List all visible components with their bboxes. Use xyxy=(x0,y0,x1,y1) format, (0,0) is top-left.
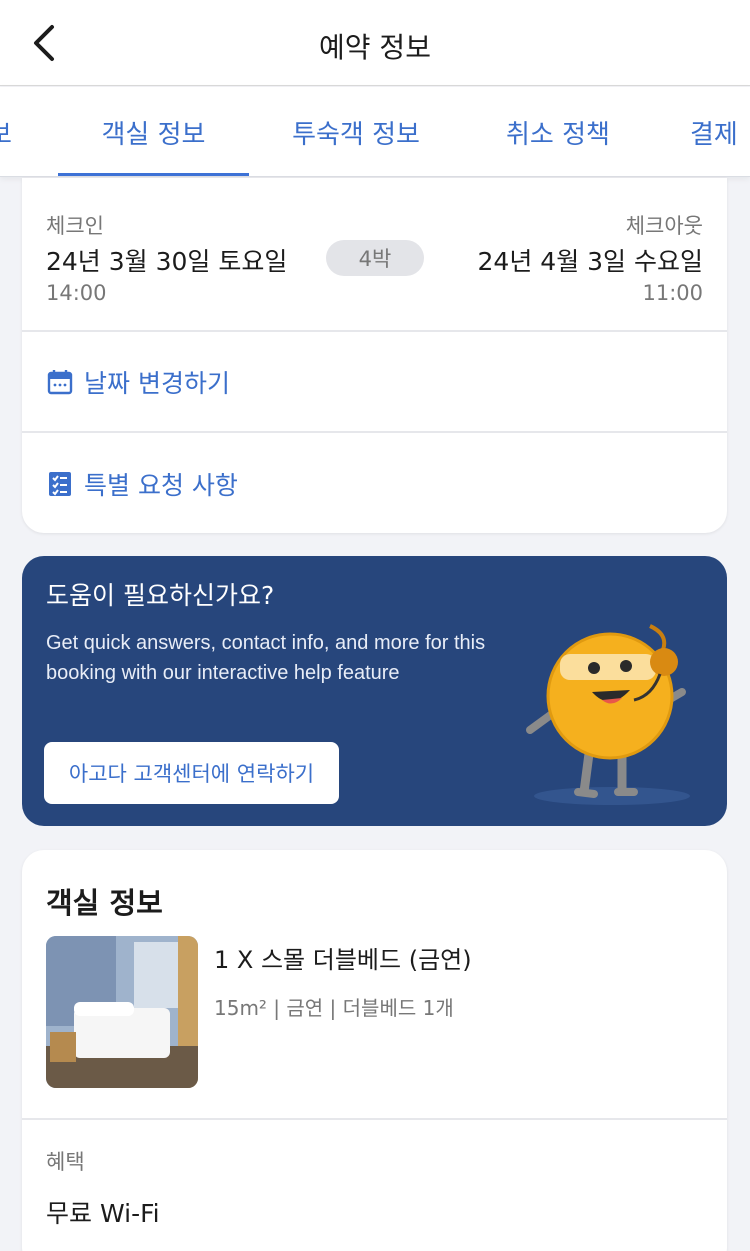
mascot-illustration xyxy=(526,624,690,805)
tab-booking[interactable]: 보 xyxy=(0,87,20,176)
benefit-item: 무료 Wi-Fi xyxy=(46,1199,160,1228)
checklist-icon xyxy=(49,472,71,496)
checkout-label: 체크아웃 xyxy=(625,214,703,238)
help-banner: 도움이 필요하신가요? Get quick answers, contact i… xyxy=(22,556,727,826)
contact-support-button[interactable]: 아고다 고객센터에 연락하기 xyxy=(44,742,339,804)
special-requests-link[interactable]: 특별 요청 사항 xyxy=(46,466,238,502)
room-details: 15m² | 금연 | 더블베드 1개 xyxy=(214,996,454,1020)
tab-cancellation-policy[interactable]: 취소 정책 xyxy=(490,87,626,176)
benefits-label: 혜택 xyxy=(46,1150,85,1174)
tab-room-info[interactable]: 객실 정보 xyxy=(58,87,249,176)
room-info-card: 객실 정보 1 X 스몰 더블베드 (금연) 15m² | 금연 | 더블베드 … xyxy=(22,850,727,1251)
special-requests-label: 특별 요청 사항 xyxy=(84,471,238,500)
page-title: 예약 정보 xyxy=(319,31,431,64)
change-dates-link[interactable]: 날짜 변경하기 xyxy=(46,364,230,400)
checkout-time: 11:00 xyxy=(642,281,703,305)
app-header: 예약 정보 xyxy=(0,0,750,86)
divider xyxy=(22,431,727,433)
room-section-heading: 객실 정보 xyxy=(46,886,163,920)
help-description: Get quick answers, contact info, and mor… xyxy=(46,632,486,684)
section-tabs: 보 객실 정보 투숙객 정보 취소 정책 결제 xyxy=(0,87,750,177)
calendar-icon xyxy=(47,370,73,395)
room-photo-image xyxy=(46,936,198,1088)
divider xyxy=(22,330,727,332)
checkin-date: 24년 3월 30일 토요일 xyxy=(46,247,288,276)
room-name: 1 X 스몰 더블베드 (금연) xyxy=(214,946,472,974)
tab-guest-info[interactable]: 투숙객 정보 xyxy=(280,87,432,176)
change-dates-label: 날짜 변경하기 xyxy=(84,369,230,398)
nights-badge: 4박 xyxy=(326,240,424,276)
checkout-date: 24년 4월 3일 수요일 xyxy=(477,247,703,276)
room-photo[interactable] xyxy=(46,936,198,1088)
divider xyxy=(22,1118,727,1120)
checkin-label: 체크인 xyxy=(46,214,104,238)
stay-dates-card: 체크인 24년 3월 30일 토요일 14:00 4박 체크아웃 24년 4월 … xyxy=(22,178,727,533)
tab-payment[interactable]: 결제 xyxy=(690,87,750,176)
help-title: 도움이 필요하신가요? xyxy=(46,581,275,610)
checkin-time: 14:00 xyxy=(46,281,107,305)
